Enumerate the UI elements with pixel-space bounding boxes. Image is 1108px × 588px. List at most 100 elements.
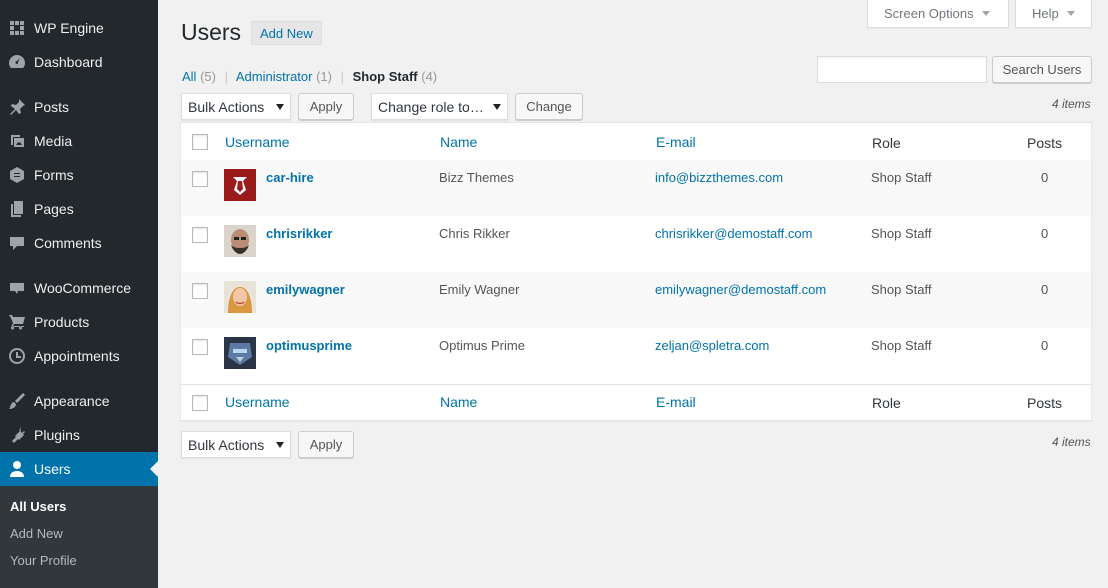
dropdown-arrow-icon: [493, 104, 501, 110]
sidebar-item-appearance[interactable]: Appearance: [0, 384, 158, 418]
sidebar-item-comments[interactable]: Comments: [0, 226, 158, 260]
submenu-all-users[interactable]: All Users: [10, 499, 66, 514]
column-posts: Posts: [1027, 135, 1063, 151]
change-role-select[interactable]: Change role to…: [371, 93, 508, 120]
sidebar-item-posts[interactable]: Posts: [0, 90, 158, 124]
sidebar-item-plugins[interactable]: Plugins: [0, 418, 158, 452]
column-posts: Posts: [1027, 395, 1063, 411]
screen-options-label: Screen Options: [884, 6, 974, 21]
cart-icon: [0, 313, 34, 331]
column-username[interactable]: Username: [225, 394, 290, 410]
column-name[interactable]: Name: [440, 134, 477, 150]
user-name: Emily Wagner: [439, 282, 520, 297]
user-role: Shop Staff: [871, 226, 932, 241]
user-role-filter: All (5) | Administrator (1) | Shop Staff…: [182, 69, 437, 84]
user-name: Optimus Prime: [439, 338, 525, 353]
filter-all[interactable]: All: [182, 69, 196, 84]
sidebar-item-media[interactable]: Media: [0, 124, 158, 158]
sidebar-item-label: Appointments: [34, 348, 120, 364]
email-link[interactable]: info@bizzthemes.com: [655, 170, 783, 185]
filter-administrator-count: (1): [316, 69, 332, 84]
screen-options-button[interactable]: Screen Options: [867, 0, 1009, 28]
apply-button[interactable]: Apply: [298, 93, 354, 120]
sidebar-item-label: Products: [34, 314, 90, 330]
select-all-checkbox[interactable]: [192, 134, 208, 150]
row-checkbox[interactable]: [192, 283, 208, 299]
add-new-button[interactable]: Add New: [251, 21, 322, 45]
submenu-add-new[interactable]: Add New: [10, 526, 63, 541]
email-link[interactable]: zeljan@spletra.com: [655, 338, 769, 353]
email-link[interactable]: emilywagner@demostaff.com: [655, 282, 826, 297]
avatar: [224, 281, 256, 313]
username-link[interactable]: emilywagner: [266, 282, 345, 297]
post-count[interactable]: 0: [1041, 338, 1048, 353]
user-name: Bizz Themes: [439, 170, 514, 185]
user-icon: [0, 460, 34, 478]
sidebar-item-appointments[interactable]: Appointments: [0, 339, 158, 373]
column-email[interactable]: E-mail: [656, 134, 696, 150]
caret-down-icon: [1066, 11, 1075, 16]
pin-icon: [0, 98, 34, 116]
help-button[interactable]: Help: [1015, 0, 1092, 28]
username-link[interactable]: car-hire: [266, 170, 314, 185]
dropdown-arrow-icon: [276, 104, 284, 110]
column-role: Role: [872, 135, 901, 151]
forms-icon: [0, 166, 34, 184]
table-row: emilywagner Emily Wagner emilywagner@dem…: [181, 272, 1091, 328]
page-title: Users: [181, 19, 242, 45]
bulk-actions-select-bottom[interactable]: Bulk Actions: [181, 431, 291, 458]
sidebar-item-label: Appearance: [34, 393, 110, 409]
sidebar-item-woocommerce[interactable]: WooCommerce: [0, 271, 158, 305]
username-link[interactable]: optimusprime: [266, 338, 352, 353]
column-role: Role: [872, 395, 901, 411]
dropdown-arrow-icon: [276, 442, 284, 448]
table-footer: Username Name E-mail Role Posts: [181, 384, 1091, 421]
table-row: chrisrikker Chris Rikker chrisrikker@dem…: [181, 216, 1091, 272]
dashboard-icon: [0, 53, 34, 71]
sidebar-item-label: Media: [34, 133, 73, 149]
bulk-actions-select[interactable]: Bulk Actions: [181, 93, 291, 120]
sidebar-item-forms[interactable]: Forms: [0, 158, 158, 192]
sidebar-item-users[interactable]: Users: [0, 452, 158, 486]
table-row: car-hire Bizz Themes info@bizzthemes.com…: [181, 160, 1091, 216]
pages-icon: [0, 200, 34, 218]
user-role: Shop Staff: [871, 282, 932, 297]
separator: |: [224, 69, 228, 84]
comment-icon: [0, 234, 34, 252]
filter-shop-staff[interactable]: Shop Staff: [353, 69, 418, 84]
row-checkbox[interactable]: [192, 339, 208, 355]
sidebar-item-wp-engine[interactable]: WP Engine: [0, 11, 158, 45]
avatar: [224, 225, 256, 257]
bulk-actions-value: Bulk Actions: [188, 436, 265, 453]
column-name[interactable]: Name: [440, 394, 477, 410]
search-users-button[interactable]: Search Users: [992, 56, 1092, 83]
email-link[interactable]: chrisrikker@demostaff.com: [655, 226, 812, 241]
column-email[interactable]: E-mail: [656, 394, 696, 410]
sidebar-item-label: WooCommerce: [34, 280, 131, 296]
media-icon: [0, 132, 34, 150]
items-count-bottom: 4 items: [1052, 435, 1091, 449]
users-submenu: All Users Add New Your Profile: [0, 486, 158, 588]
post-count[interactable]: 0: [1041, 226, 1048, 241]
plug-icon: [0, 426, 34, 444]
post-count[interactable]: 0: [1041, 170, 1048, 185]
row-checkbox[interactable]: [192, 227, 208, 243]
clock-icon: [0, 347, 34, 365]
username-link[interactable]: chrisrikker: [266, 226, 333, 241]
sidebar-item-dashboard[interactable]: Dashboard: [0, 45, 158, 79]
filter-administrator[interactable]: Administrator: [236, 69, 313, 84]
change-button[interactable]: Change: [515, 93, 583, 120]
bulk-actions-value: Bulk Actions: [188, 98, 265, 115]
submenu-your-profile[interactable]: Your Profile: [10, 553, 77, 568]
post-count[interactable]: 0: [1041, 282, 1048, 297]
sidebar-item-products[interactable]: Products: [0, 305, 158, 339]
caret-down-icon: [981, 11, 990, 16]
filter-all-count: (5): [200, 69, 216, 84]
sidebar-item-label: Posts: [34, 99, 70, 115]
row-checkbox[interactable]: [192, 171, 208, 187]
search-users-input[interactable]: [817, 56, 987, 83]
column-username[interactable]: Username: [225, 134, 290, 150]
apply-button-bottom[interactable]: Apply: [298, 431, 354, 458]
sidebar-item-pages[interactable]: Pages: [0, 192, 158, 226]
select-all-checkbox-footer[interactable]: [192, 395, 208, 411]
